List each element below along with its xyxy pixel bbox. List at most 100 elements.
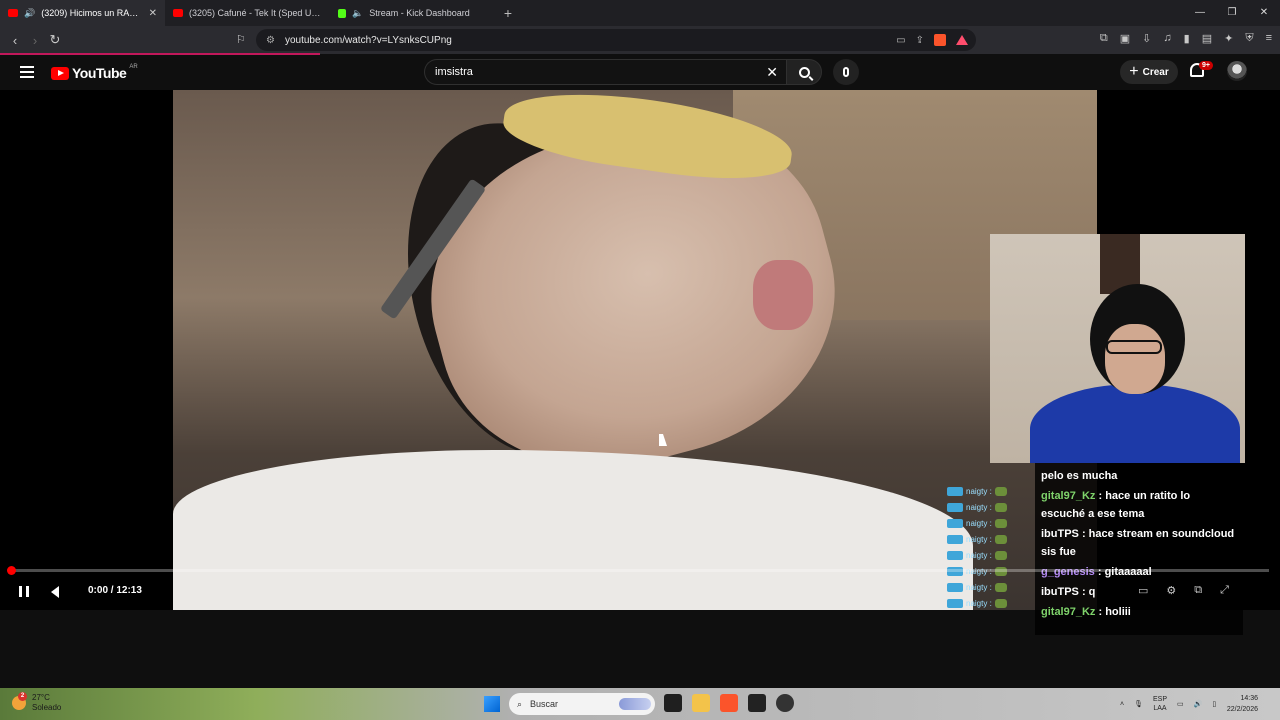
hamburger-menu-icon[interactable]	[20, 66, 34, 81]
restore-icon[interactable]: ❐	[1216, 0, 1248, 26]
emote-user: naigty :	[966, 582, 992, 592]
create-label: Crear	[1142, 66, 1169, 78]
speaker-icon[interactable]: 🔊	[24, 8, 35, 19]
search-input[interactable]: imsistra ✕	[424, 59, 786, 85]
tab-title: Stream - Kick Dashboard	[369, 8, 470, 18]
language-indicator[interactable]: ESP LAA	[1153, 695, 1167, 713]
leo-ai-icon[interactable]: ✦	[1224, 32, 1233, 45]
sidebar-icon[interactable]: ▮	[1184, 32, 1190, 45]
stream-chat-overlay: pelo es mucha gital97_Kz : hace un ratit…	[1035, 463, 1243, 635]
task-view-icon[interactable]	[664, 694, 682, 712]
back-icon[interactable]: ‹	[5, 33, 25, 48]
reload-icon[interactable]: ↻	[45, 32, 65, 48]
country-code: AR	[129, 64, 138, 70]
volume-tray-icon[interactable]: 🔊	[1194, 700, 1203, 708]
menu-icon[interactable]: ≡	[1266, 32, 1272, 45]
video-player[interactable]: naigty : naigty : naigty : naigty : naig…	[0, 90, 1280, 635]
language-code: ESP	[1152, 696, 1167, 703]
chat-message: ibuTPS : hace stream en soundcloud sis f…	[1041, 525, 1237, 561]
browser-toolbar: ‹ › ↻ ⚐ ⚙ youtube.com/watch?v=LYsnksCUPn…	[0, 26, 1280, 54]
address-bar[interactable]: ⚙ youtube.com/watch?v=LYsnksCUPng ▭ ⇪	[256, 29, 976, 51]
volume-icon[interactable]	[51, 586, 59, 598]
emote-icon	[994, 582, 1007, 592]
emote-icon	[994, 598, 1007, 608]
taskbar-search-placeholder: Buscar	[530, 699, 559, 709]
emote-user: naigty :	[966, 534, 992, 544]
vpn-icon[interactable]: ⛨	[1245, 32, 1253, 45]
scrubber-handle[interactable]	[7, 566, 16, 575]
streamer-webcam	[990, 234, 1245, 463]
brave-rewards-icon[interactable]	[956, 35, 968, 45]
browser-tab-ramen[interactable]: 🔊 (3209) Hicimos un RAMEN Pi ✕	[0, 0, 165, 26]
weather-sun-icon: 2	[12, 692, 27, 710]
chat-text: : gitaaaaal	[1094, 566, 1152, 578]
chat-user: gital97_Kz	[1041, 490, 1096, 502]
tab-title: (3205) Cafuné - Tek It (Sped Up) [Offi	[189, 8, 322, 18]
emote-user: naigty :	[966, 550, 992, 560]
muted-speaker-icon[interactable]: 🔈	[352, 8, 363, 19]
clock-date: 22/2/2026	[1226, 706, 1258, 713]
microphone-tray-icon[interactable]: 🎙	[1134, 700, 1143, 708]
brave-shield-icon[interactable]	[934, 34, 946, 46]
extensions-icon[interactable]: ⧉	[1100, 32, 1108, 45]
emote-row: naigty :	[947, 595, 1035, 611]
avatar[interactable]	[1227, 61, 1247, 81]
emote-row: naigty :	[947, 515, 1035, 531]
close-tab-icon[interactable]: ✕	[149, 8, 157, 19]
weather-text: 27°C Soleado	[32, 693, 61, 713]
settings-gear-icon[interactable]: ⚙	[1166, 584, 1176, 597]
browser-tab-kick[interactable]: 🔈 Stream - Kick Dashboard	[330, 0, 495, 26]
progress-bar[interactable]	[7, 566, 1269, 575]
create-button[interactable]: + Crear	[1120, 60, 1178, 84]
video-lips	[753, 260, 813, 330]
weather-widget[interactable]: 2 27°C Soleado	[12, 692, 61, 713]
search-button[interactable]	[786, 59, 822, 85]
youtube-logo[interactable]: YouTube AR	[51, 64, 138, 81]
subtitles-icon[interactable]: ▭	[1138, 584, 1148, 597]
mouse-cursor-icon	[659, 434, 667, 446]
show-hidden-icons-icon[interactable]: ˄	[1120, 701, 1124, 708]
clear-search-icon[interactable]: ✕	[766, 64, 778, 81]
window-controls: — ❐ ✕	[1184, 0, 1280, 26]
tab-title: (3209) Hicimos un RAMEN Pi	[41, 8, 143, 18]
brave-browser-icon[interactable]	[720, 694, 738, 712]
site-settings-icon[interactable]: ⚙	[266, 35, 275, 46]
record-app-icon[interactable]	[776, 694, 794, 712]
clock-time: 14:36	[1240, 695, 1258, 702]
microphone-icon	[843, 67, 849, 77]
new-tab-button[interactable]: +	[495, 5, 521, 21]
pause-icon[interactable]	[19, 586, 29, 597]
youtube-favicon-icon	[8, 9, 18, 17]
display-icon[interactable]: ▭	[1177, 700, 1184, 708]
browser-tab-bar: 🔊 (3209) Hicimos un RAMEN Pi ✕ (3205) Ca…	[0, 0, 1280, 26]
emote-user: naigty :	[966, 518, 992, 528]
media-icon[interactable]: ♫	[1163, 32, 1171, 45]
emote-row: naigty :	[947, 483, 1035, 499]
share-icon[interactable]: ⇪	[916, 35, 924, 46]
download-icon[interactable]: ⇩	[1142, 32, 1151, 45]
taskbar-search[interactable]: ⌕ Buscar	[509, 693, 655, 715]
chat-user: g_genesis	[1041, 566, 1095, 578]
chat-user: ibuTPS	[1041, 528, 1079, 540]
file-explorer-icon[interactable]	[692, 694, 710, 712]
fullscreen-icon[interactable]: ⤢	[1220, 584, 1229, 597]
miniplayer-icon[interactable]: ⧉	[1194, 584, 1202, 597]
battery-icon[interactable]: ▯	[1212, 700, 1216, 708]
cast-icon[interactable]: ▭	[896, 35, 905, 46]
close-window-icon[interactable]: ✕	[1248, 0, 1280, 26]
tab-search-icon[interactable]: ▣	[1120, 32, 1130, 45]
voice-search-button[interactable]	[833, 59, 859, 85]
search-value: imsistra	[435, 66, 473, 78]
chat-message: gital97_Kz : holiii	[1041, 603, 1237, 621]
weather-condition: Soleado	[32, 703, 62, 712]
bookmark-icon[interactable]: ⚐	[236, 33, 246, 46]
forward-icon[interactable]: ›	[25, 33, 45, 48]
browser-tab-cafune[interactable]: (3205) Cafuné - Tek It (Sped Up) [Offi	[165, 0, 330, 26]
wallet-icon[interactable]: ▤	[1202, 32, 1212, 45]
emote-row: naigty :	[947, 547, 1035, 563]
minimize-icon[interactable]: —	[1184, 0, 1216, 26]
windows-start-icon[interactable]	[484, 696, 500, 712]
chat-text: : q	[1078, 586, 1096, 598]
obs-app-icon[interactable]	[748, 694, 766, 712]
taskbar-clock[interactable]: 14:36 22/2/2026	[1227, 693, 1258, 715]
